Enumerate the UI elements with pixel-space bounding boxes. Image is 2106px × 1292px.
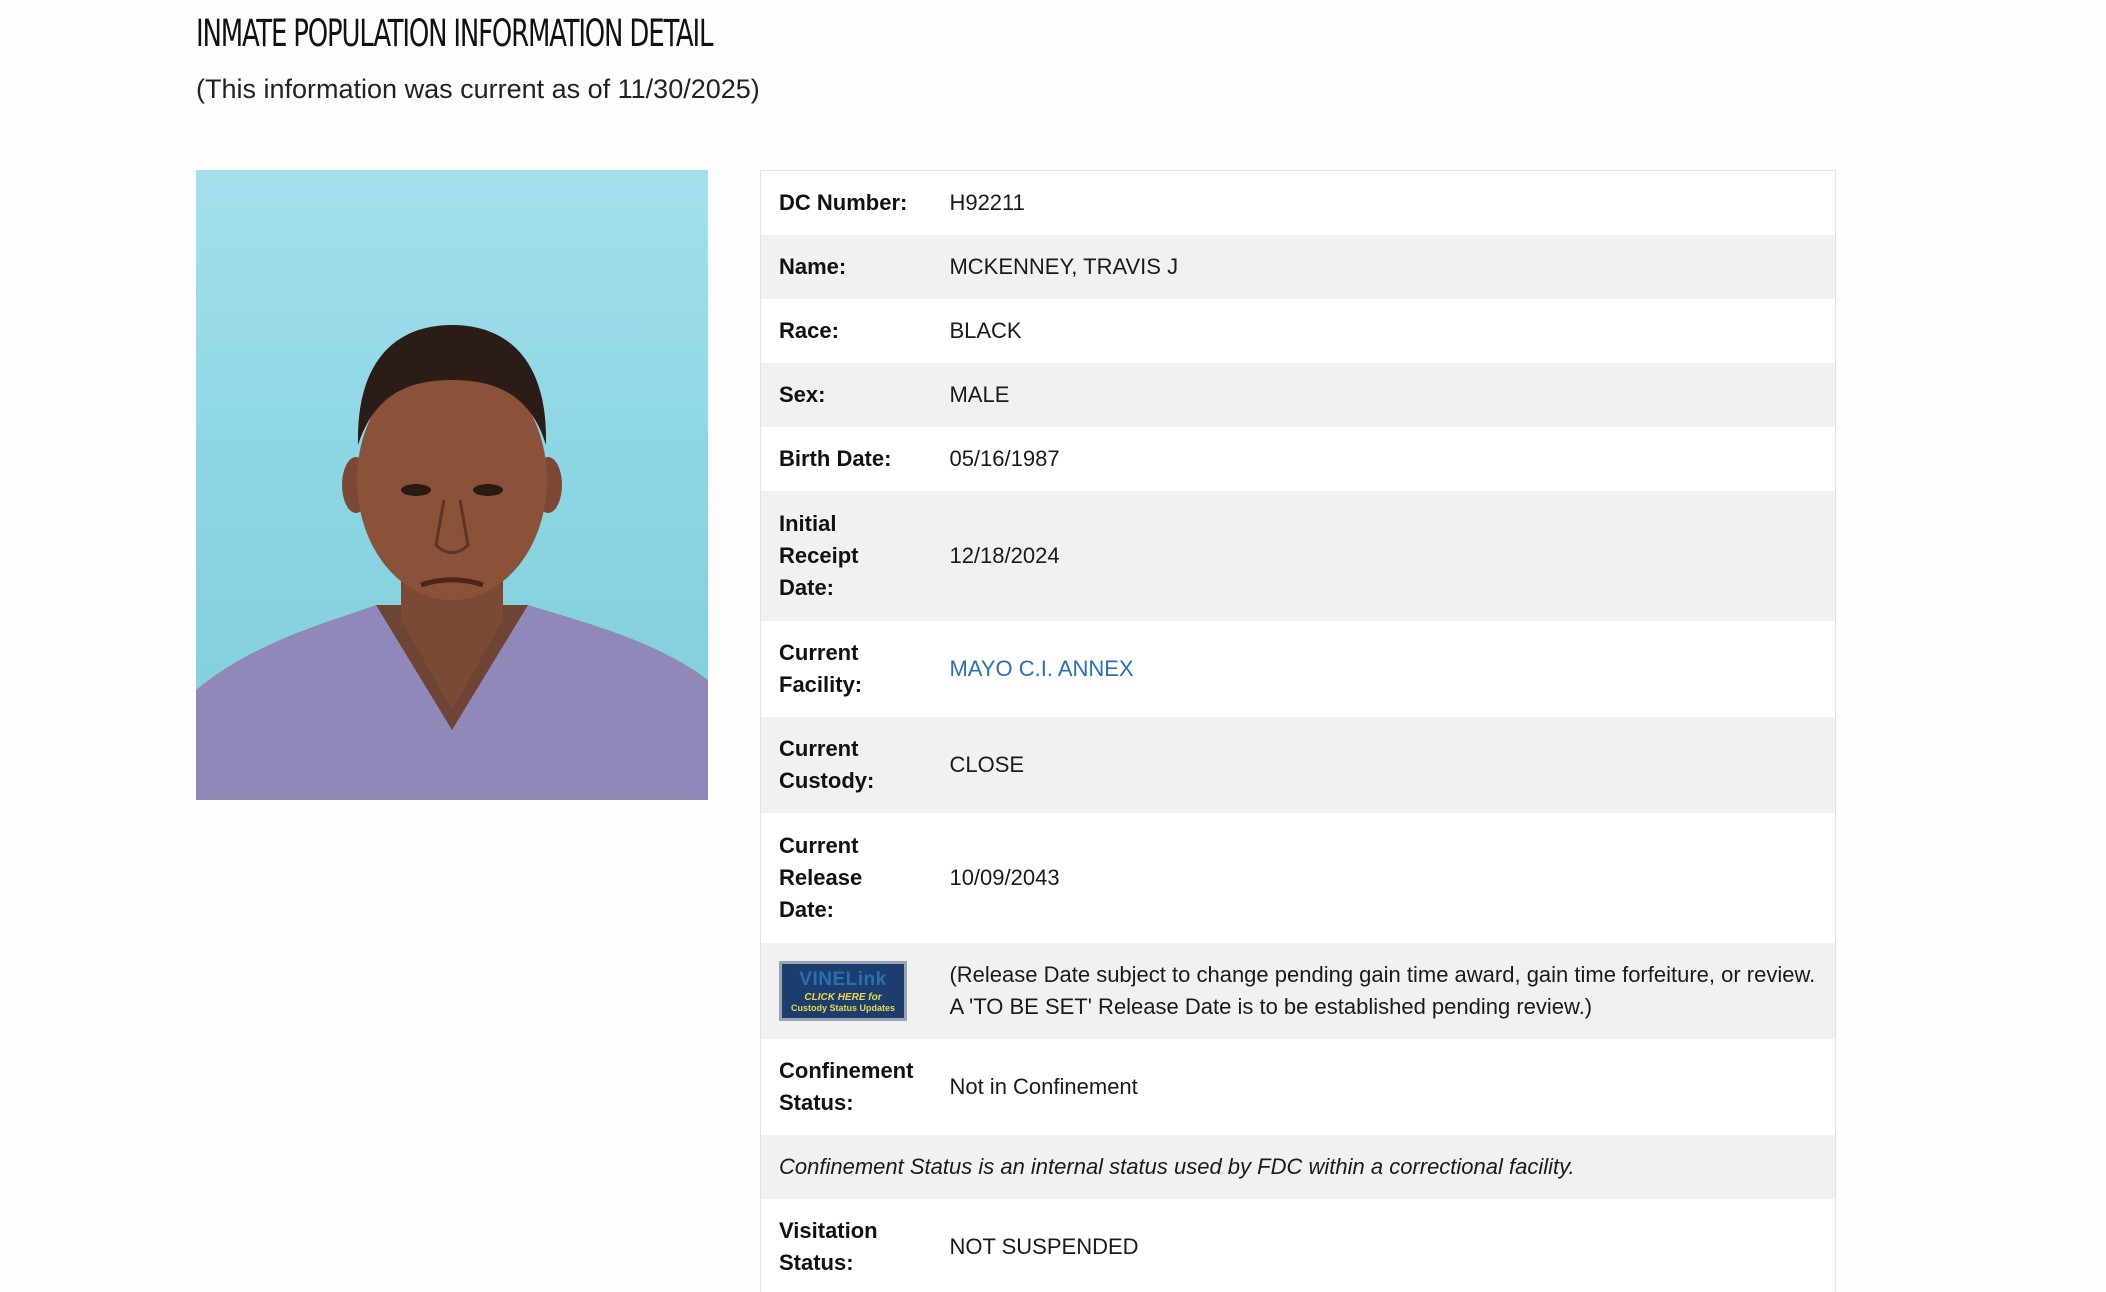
initial-receipt-date-value: 12/18/2024 (949, 542, 1060, 568)
row-current-release-date: Current Release Date: 10/09/2043 (760, 812, 1836, 943)
initial-receipt-date-label: Initial Receipt Date: (779, 510, 859, 600)
row-sex: Sex: MALE (760, 362, 1836, 427)
row-initial-receipt-date: Initial Receipt Date: 12/18/2024 (760, 490, 1836, 621)
row-current-facility: Current Facility: MAYO C.I. ANNEX (760, 620, 1836, 717)
current-facility-link[interactable]: MAYO C.I. ANNEX (949, 656, 1133, 681)
row-confinement-note: Confinement Status is an internal status… (760, 1134, 1836, 1199)
row-name: Name: MCKENNEY, TRAVIS J (760, 234, 1836, 299)
row-dc-number: DC Number: H92211 (760, 170, 1836, 235)
race-label: Race: (779, 317, 839, 343)
inmate-info-table: DC Number: H92211 Name: MCKENNEY, TRAVIS… (760, 170, 1836, 1292)
row-birth-date: Birth Date: 05/16/1987 (760, 426, 1836, 491)
row-race: Race: BLACK (760, 298, 1836, 363)
confinement-status-value: Not in Confinement (949, 1073, 1138, 1099)
sex-label: Sex: (779, 381, 826, 407)
dc-number-label: DC Number: (779, 189, 908, 215)
current-facility-label: Current Facility: (779, 639, 863, 697)
name-value: MCKENNEY, TRAVIS J (949, 253, 1179, 279)
vinelink-button[interactable]: VINELink CLICK HERE for Custody Status U… (779, 960, 907, 1021)
current-release-date-value: 10/09/2043 (949, 864, 1060, 890)
as-of-date-text: (This information was current as of 11/3… (196, 74, 760, 104)
current-custody-value: CLOSE (949, 751, 1025, 777)
row-current-custody: Current Custody: CLOSE (760, 716, 1836, 813)
birth-date-value: 05/16/1987 (949, 445, 1060, 471)
visitation-status-label: Visitation Status: (779, 1217, 878, 1275)
sex-value: MALE (949, 381, 1010, 407)
name-label: Name: (779, 253, 847, 279)
vinelink-sub-text: Custody Status Updates (790, 1002, 895, 1013)
visitation-status-value: NOT SUSPENDED (949, 1233, 1139, 1259)
row-confinement-status: Confinement Status: Not in Confinement (760, 1038, 1836, 1135)
race-value: BLACK (949, 317, 1022, 343)
dc-number-value: H92211 (949, 189, 1025, 215)
release-date-note: (Release Date subject to change pending … (949, 961, 1816, 1019)
row-release-note: VINELink CLICK HERE for Custody Status U… (760, 942, 1836, 1039)
page-title: INMATE POPULATION INFORMATION DETAIL (196, 12, 713, 55)
inmate-photo (196, 170, 708, 800)
vinelink-click-text: CLICK HERE for (804, 991, 882, 1003)
confinement-status-label: Confinement Status: (779, 1057, 914, 1115)
birth-date-label: Birth Date: (779, 445, 892, 471)
confinement-status-note: Confinement Status is an internal status… (779, 1153, 1575, 1179)
current-release-date-label: Current Release Date: (779, 832, 863, 922)
current-custody-label: Current Custody: (779, 735, 875, 793)
row-visitation-status: Visitation Status: NOT SUSPENDED (760, 1198, 1836, 1292)
page: INMATE POPULATION INFORMATION DETAIL (Th… (0, 0, 2106, 1292)
vinelink-logo-text: VINELink (799, 968, 887, 990)
